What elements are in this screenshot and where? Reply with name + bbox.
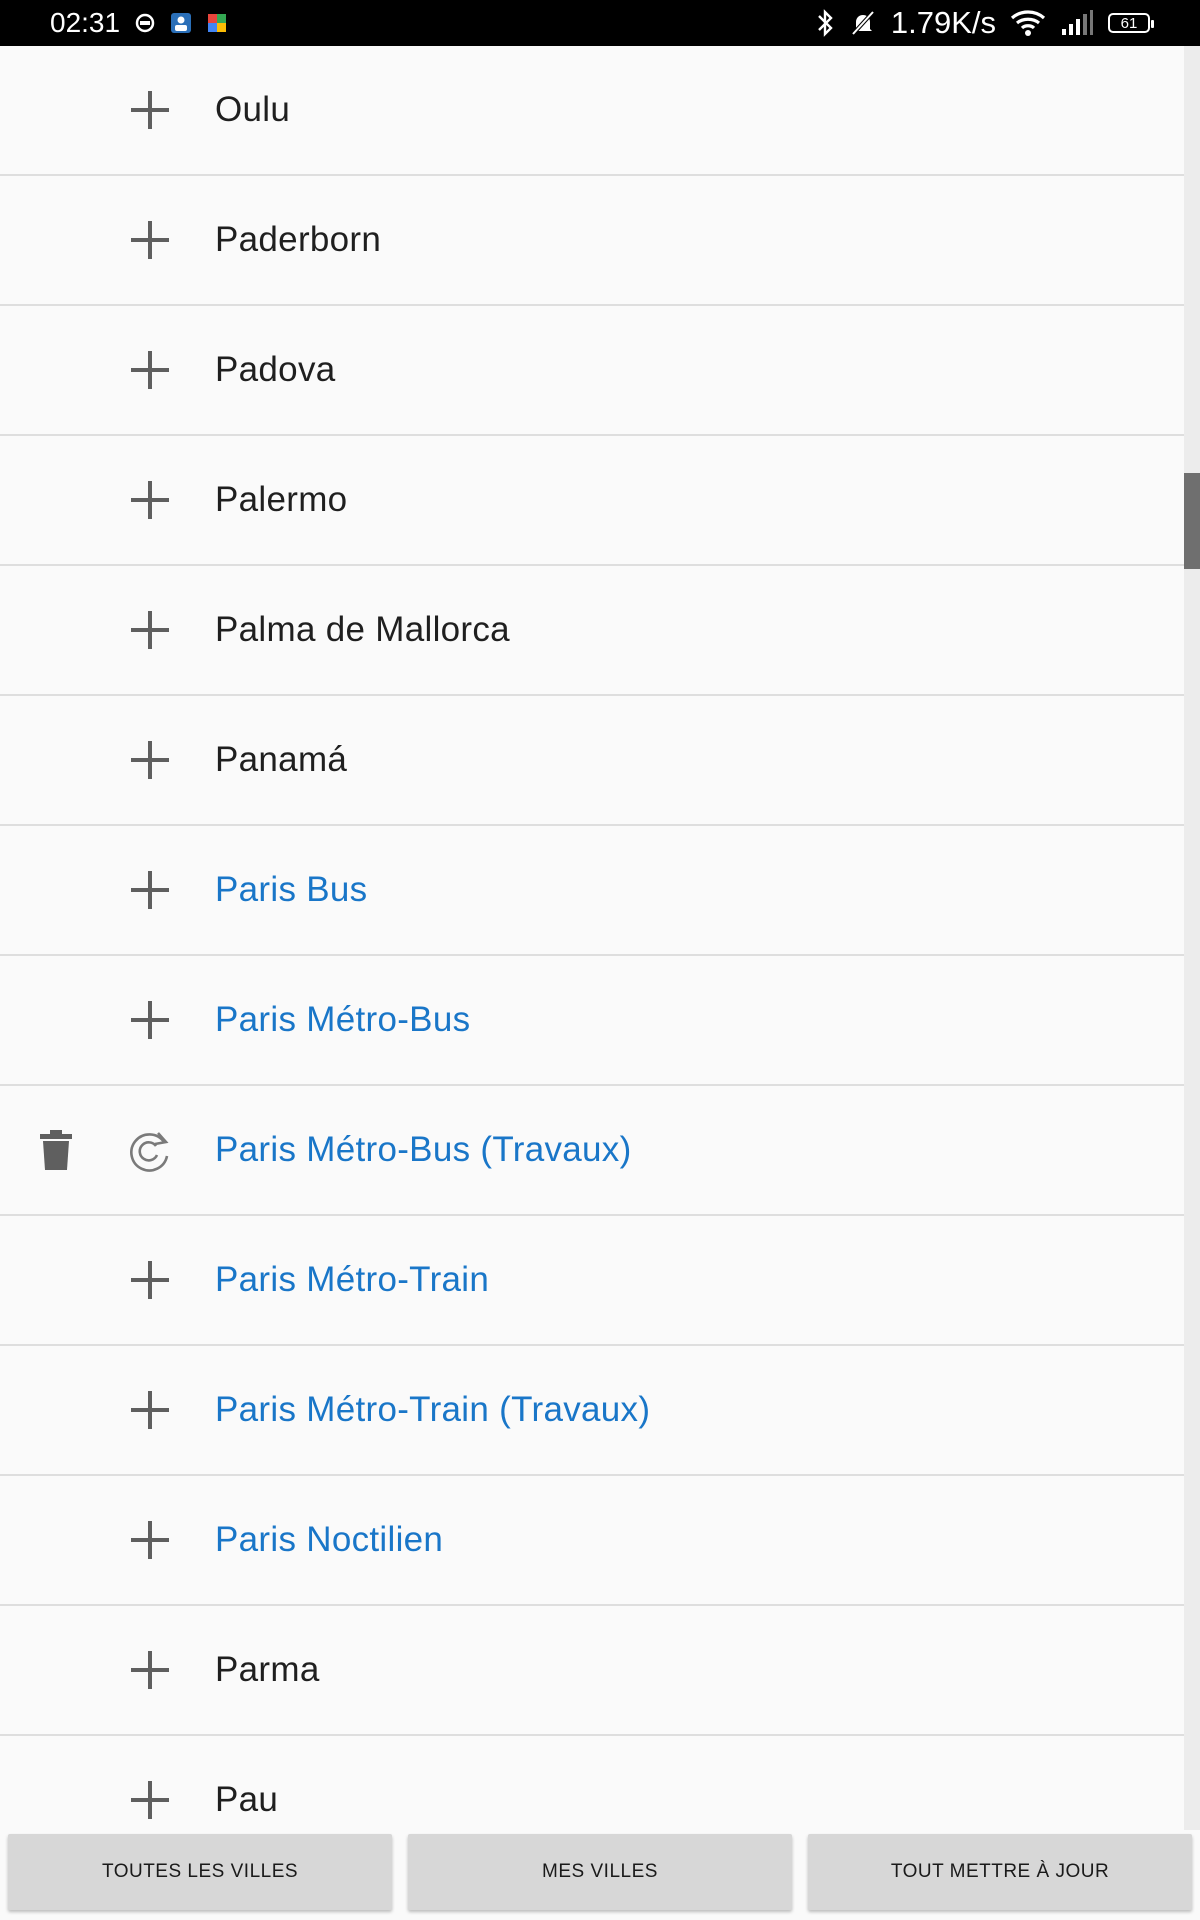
city-row[interactable]: Paris Noctilien bbox=[0, 1476, 1184, 1606]
row-delete-slot bbox=[0, 826, 111, 954]
city-row[interactable]: Paris Métro-Bus (Travaux) bbox=[0, 1086, 1184, 1216]
city-row[interactable]: Paderborn bbox=[0, 176, 1184, 306]
city-name[interactable]: Palma de Mallorca bbox=[215, 610, 510, 650]
city-row[interactable]: Paris Métro-Bus bbox=[0, 956, 1184, 1086]
add-city-button[interactable] bbox=[110, 46, 190, 174]
update-city-button[interactable] bbox=[110, 1086, 190, 1214]
city-name[interactable]: Parma bbox=[215, 1650, 320, 1690]
my-cities-button[interactable]: MES VILLES bbox=[408, 1834, 792, 1910]
status-bar-left: 02:31 bbox=[50, 7, 228, 39]
add-city-button[interactable] bbox=[110, 1346, 190, 1474]
app-notification-icon bbox=[134, 12, 156, 34]
city-row[interactable]: Paris Métro-Train bbox=[0, 1216, 1184, 1346]
city-name[interactable]: Padova bbox=[215, 350, 336, 390]
add-city-button[interactable] bbox=[110, 176, 190, 304]
plus-icon[interactable] bbox=[130, 610, 170, 650]
plus-icon[interactable] bbox=[130, 740, 170, 780]
wifi-icon bbox=[1010, 9, 1046, 37]
city-name[interactable]: Oulu bbox=[215, 90, 290, 130]
city-name[interactable]: Paderborn bbox=[215, 220, 381, 260]
city-name[interactable]: Paris Noctilien bbox=[215, 1520, 443, 1560]
city-name[interactable]: Paris Métro-Train bbox=[215, 1260, 489, 1300]
city-name[interactable]: Palermo bbox=[215, 480, 347, 520]
scrollbar-track[interactable] bbox=[1184, 46, 1200, 1830]
city-name[interactable]: Pau bbox=[215, 1780, 278, 1820]
status-bar: 02:31 1.79K/s 61 bbox=[0, 0, 1200, 46]
battery-icon: 61 bbox=[1108, 13, 1154, 33]
row-delete-slot bbox=[0, 46, 111, 174]
add-city-button[interactable] bbox=[110, 826, 190, 954]
add-city-button[interactable] bbox=[110, 306, 190, 434]
puzzle-notification-icon bbox=[206, 12, 228, 34]
update-all-button[interactable]: TOUT METTRE À JOUR bbox=[808, 1834, 1192, 1910]
all-cities-button[interactable]: TOUTES LES VILLES bbox=[8, 1834, 392, 1910]
plus-icon[interactable] bbox=[130, 1000, 170, 1040]
row-delete-slot[interactable] bbox=[0, 1086, 111, 1214]
row-delete-slot bbox=[0, 176, 111, 304]
row-delete-slot bbox=[0, 1476, 111, 1604]
add-city-button[interactable] bbox=[110, 1476, 190, 1604]
row-delete-slot bbox=[0, 1346, 111, 1474]
row-delete-slot bbox=[0, 696, 111, 824]
plus-icon[interactable] bbox=[130, 870, 170, 910]
plus-icon[interactable] bbox=[130, 1260, 170, 1300]
row-delete-slot bbox=[0, 306, 111, 434]
clock: 02:31 bbox=[50, 7, 121, 38]
bottom-bar: TOUTES LES VILLES MES VILLES TOUT METTRE… bbox=[0, 1834, 1200, 1920]
city-name[interactable]: Paris Métro-Train (Travaux) bbox=[215, 1390, 650, 1430]
bluetooth-icon bbox=[815, 9, 835, 37]
add-city-button[interactable] bbox=[110, 956, 190, 1084]
city-name[interactable]: Paris Métro-Bus bbox=[215, 1000, 470, 1040]
status-bar-right: 1.79K/s 61 bbox=[815, 5, 1154, 41]
notifications-muted-icon bbox=[849, 9, 877, 37]
city-row[interactable]: Palermo bbox=[0, 436, 1184, 566]
plus-icon[interactable] bbox=[130, 1390, 170, 1430]
plus-icon[interactable] bbox=[130, 90, 170, 130]
row-delete-slot bbox=[0, 566, 111, 694]
row-delete-slot bbox=[0, 956, 111, 1084]
city-list[interactable]: Oulu Paderborn Padova Palermo Palma de Mallo… bbox=[0, 46, 1184, 1834]
scrollbar-thumb[interactable] bbox=[1184, 473, 1200, 569]
city-row[interactable]: Padova bbox=[0, 306, 1184, 436]
city-name[interactable]: Paris Métro-Bus (Travaux) bbox=[215, 1130, 632, 1170]
plus-icon[interactable] bbox=[130, 1520, 170, 1560]
row-delete-slot bbox=[0, 436, 111, 564]
city-row[interactable]: Oulu bbox=[0, 46, 1184, 176]
add-city-button[interactable] bbox=[110, 1606, 190, 1734]
city-row[interactable]: Paris Bus bbox=[0, 826, 1184, 956]
row-delete-slot bbox=[0, 1216, 111, 1344]
plus-icon[interactable] bbox=[130, 220, 170, 260]
row-delete-slot bbox=[0, 1606, 111, 1734]
add-city-button[interactable] bbox=[110, 1736, 190, 1834]
network-speed: 1.79K/s bbox=[890, 5, 996, 40]
plus-icon[interactable] bbox=[130, 1780, 170, 1820]
add-city-button[interactable] bbox=[110, 1216, 190, 1344]
plus-icon[interactable] bbox=[130, 1650, 170, 1690]
city-row[interactable]: Panamá bbox=[0, 696, 1184, 826]
add-city-button[interactable] bbox=[110, 696, 190, 824]
city-row[interactable]: Parma bbox=[0, 1606, 1184, 1736]
add-city-button[interactable] bbox=[110, 436, 190, 564]
city-name[interactable]: Panamá bbox=[215, 740, 347, 780]
city-name[interactable]: Paris Bus bbox=[215, 870, 367, 910]
signal-icon bbox=[1060, 9, 1094, 37]
refresh-icon[interactable] bbox=[126, 1126, 174, 1174]
plus-icon[interactable] bbox=[130, 480, 170, 520]
delete-icon[interactable] bbox=[39, 1129, 73, 1171]
city-row[interactable]: Palma de Mallorca bbox=[0, 566, 1184, 696]
profile-notification-icon bbox=[170, 12, 192, 34]
plus-icon[interactable] bbox=[130, 350, 170, 390]
add-city-button[interactable] bbox=[110, 566, 190, 694]
city-row[interactable]: Paris Métro-Train (Travaux) bbox=[0, 1346, 1184, 1476]
row-delete-slot bbox=[0, 1736, 111, 1834]
city-row[interactable]: Pau bbox=[0, 1736, 1184, 1834]
